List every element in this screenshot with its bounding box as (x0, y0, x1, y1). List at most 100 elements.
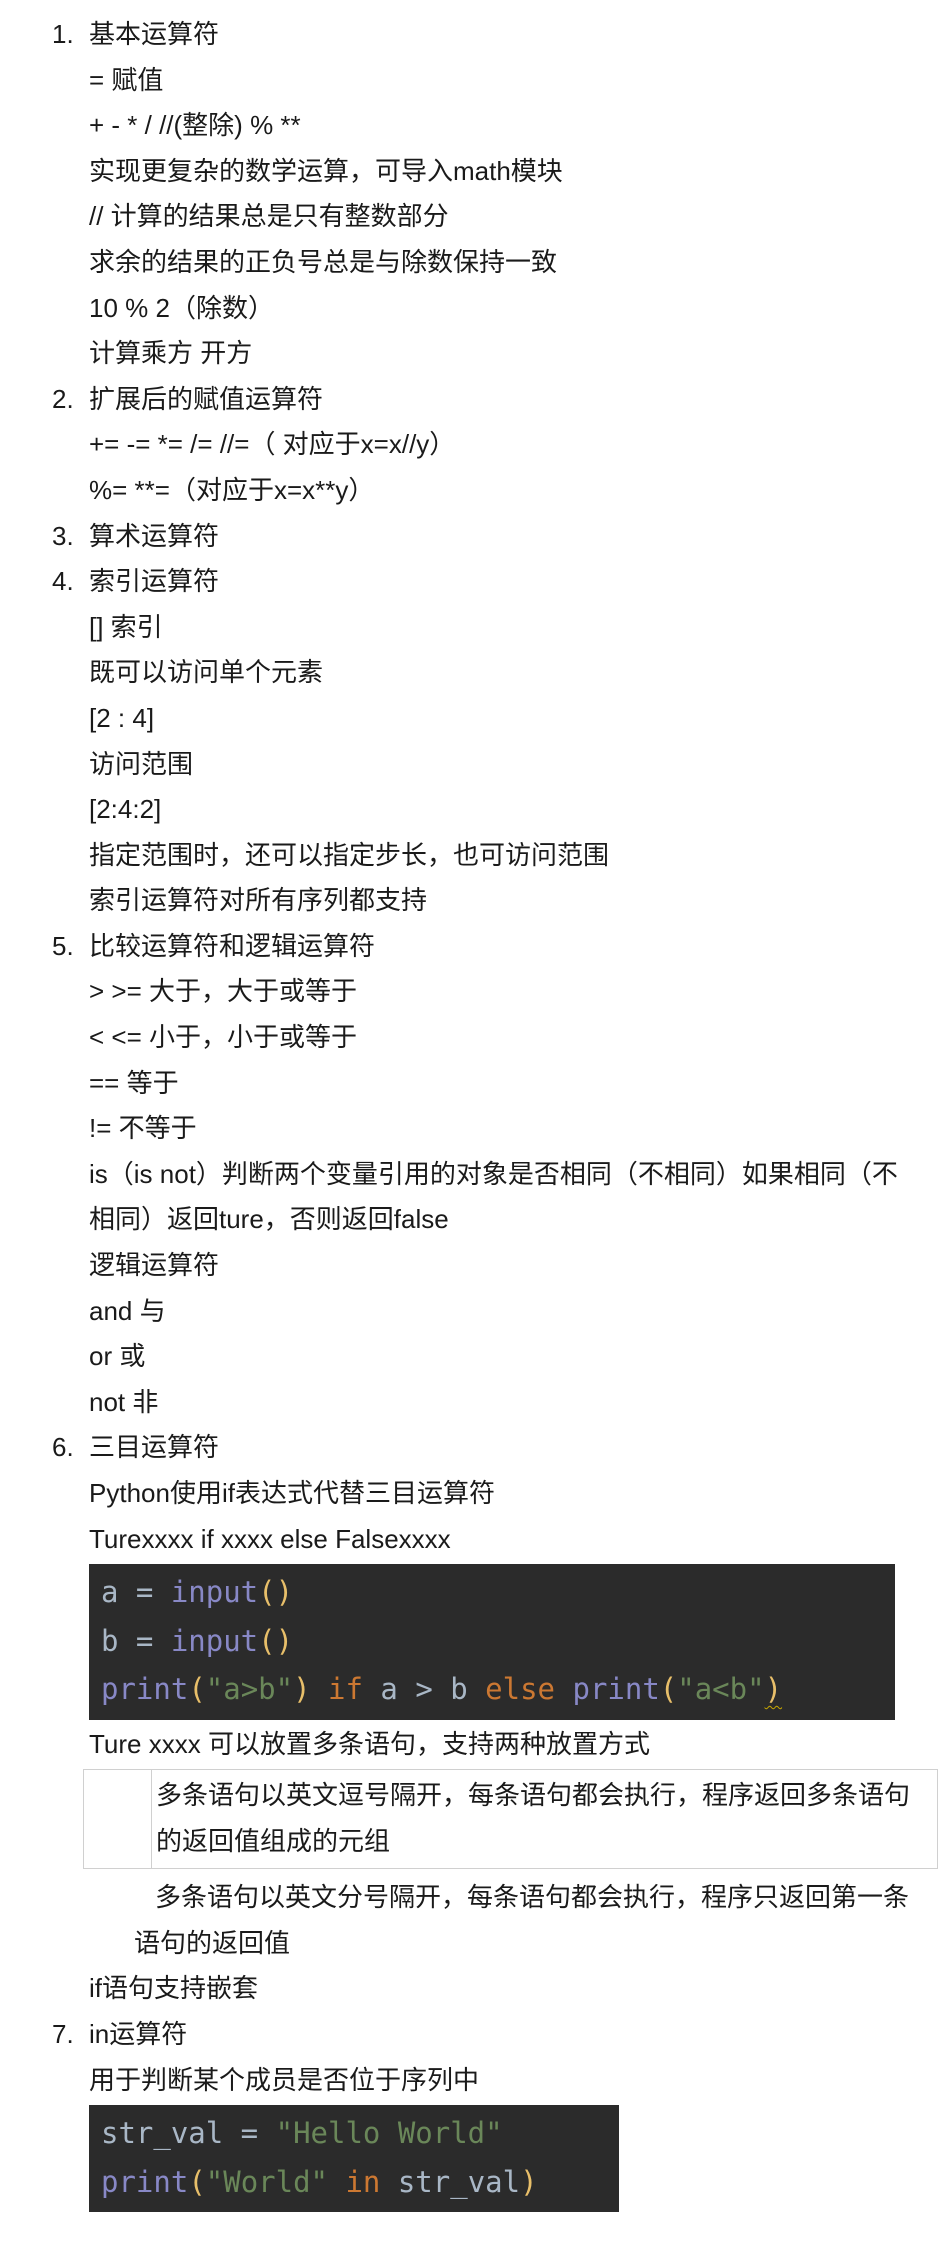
line-text: and 与 (89, 1295, 166, 1326)
text-line: 求余的结果的正负号总是与除数保持一致 (0, 240, 949, 286)
code-token-paren: ( (659, 1672, 678, 1707)
list-item-title: 三目运算符 (89, 1432, 220, 1463)
line-text: 多条语句以英文分号隔开，每条语句都会执行，程序只返回第一条 (155, 1882, 910, 1913)
line-text: 语句的返回值 (134, 1927, 291, 1958)
line-text: [2:4:2] (89, 794, 162, 825)
line-text: 相同）返回ture，否则返回false (89, 1204, 449, 1235)
code-token-paren: () (258, 1623, 294, 1658)
text-line: += -= *= /= //=（ 对应于x=x//y） (0, 422, 949, 468)
text-line: 10 % 2（除数） (0, 286, 949, 332)
text-line: 访问范围 (0, 742, 949, 788)
code-token-plain: str_val = (101, 2116, 276, 2151)
text-line: Ture xxxx 可以放置多条语句，支持两种放置方式 (0, 1722, 949, 1768)
list-number: 7. (52, 2019, 74, 2050)
code-token-builtin: print (101, 2164, 189, 2199)
text-line: = 赋值 (0, 58, 949, 104)
line-text: = 赋值 (89, 64, 164, 95)
line-text: is（is not）判断两个变量引用的对象是否相同（不相同）如果相同（不 (89, 1158, 898, 1189)
line-text: 逻辑运算符 (89, 1250, 220, 1281)
line-text: Ture xxxx 可以放置多条语句，支持两种放置方式 (89, 1728, 650, 1759)
text-line: // 计算的结果总是只有整数部分 (0, 194, 949, 240)
document: 1. 基本运算符 = 赋值 + - * / //(整除) % ** 实现更复杂的数学运算… (0, 12, 949, 2213)
text-line: [2 : 4] (0, 696, 949, 742)
code-token-paren: ) (764, 1672, 783, 1707)
line-text: [2 : 4] (89, 702, 155, 733)
list-item-heading: 7. in运算符 (0, 2012, 949, 2058)
line-text: < <= 小于，小于或等于 (89, 1022, 357, 1053)
line-text: 索引运算符对所有序列都支持 (89, 885, 428, 916)
line-text: 求余的结果的正负号总是与除数保持一致 (89, 246, 558, 277)
code-token-paren: ( (188, 2164, 206, 2199)
code-token-keyword: else (485, 1672, 556, 1707)
line-text: > >= 大于，大于或等于 (89, 976, 357, 1007)
text-line: Turexxxx if xxxx else Falsexxxx (0, 1517, 949, 1563)
code-block: a = input() b = input() print("a>b") if a … (89, 1564, 895, 1720)
text-line: Python使用if表达式代替三目运算符 (0, 1471, 949, 1517)
code-token-builtin: print (572, 1672, 660, 1707)
line-text: // 计算的结果总是只有整数部分 (89, 201, 449, 232)
text-line: if语句支持嵌套 (0, 1966, 949, 2012)
text-line: 逻辑运算符 (0, 1243, 949, 1289)
code-token-plain: a > b (362, 1672, 486, 1707)
code-token-plain: b = (101, 1623, 171, 1658)
line-text: == 等于 (89, 1067, 179, 1098)
code-token-paren: () (258, 1575, 294, 1610)
line-text: Turexxxx if xxxx else Falsexxxx (89, 1523, 451, 1554)
line-text: not 非 (89, 1386, 159, 1417)
paragraph-line: 语句的返回值 (0, 1921, 949, 1967)
code-line: print("World" in str_val) (89, 2158, 619, 2207)
list-number: 5. (52, 930, 74, 961)
line-text: 用于判断某个成员是否位于序列中 (89, 2064, 480, 2095)
list-item-heading: 6. 三目运算符 (0, 1425, 949, 1471)
text-line: 相同）返回ture，否则返回false (0, 1197, 949, 1243)
list-item-heading: 2. 扩展后的赋值运算符 (0, 377, 949, 423)
text-line: 索引运算符对所有序列都支持 (0, 878, 949, 924)
text-line: or 或 (0, 1334, 949, 1380)
list-item-heading: 4. 索引运算符 (0, 559, 949, 605)
list-number: 3. (52, 520, 74, 551)
code-token-paren: ) (520, 2164, 538, 2199)
list-item-title: 基本运算符 (89, 19, 220, 49)
code-line: b = input() (89, 1617, 895, 1666)
code-token-keyword: if (328, 1672, 363, 1707)
line-text: 访问范围 (89, 748, 194, 779)
text-line: 既可以访问单个元素 (0, 650, 949, 696)
line-text: 既可以访问单个元素 (89, 657, 324, 688)
list-item-title: 索引运算符 (89, 566, 220, 597)
code-token-builtin: print (101, 1672, 189, 1707)
list-item-title: in运算符 (89, 2019, 188, 2050)
text-line: > >= 大于，大于或等于 (0, 969, 949, 1015)
list-item-heading: 5. 比较运算符和逻辑运算符 (0, 924, 949, 970)
code-token-builtin: input (170, 1575, 259, 1610)
code-line: str_val = "Hello World" (89, 2109, 619, 2158)
code-token-plain: str_val (380, 2164, 521, 2199)
text-line: + - * / //(整除) % ** (0, 103, 949, 149)
text-line: < <= 小于，小于或等于 (0, 1015, 949, 1061)
list-number: 1. (52, 19, 74, 49)
text-line: 指定范围时，还可以指定步长，也可访问范围 (0, 833, 949, 879)
table-cell-line: 多条语句以英文逗号隔开，每条语句都会执行，程序返回多条语句 (156, 1780, 911, 1811)
code-line: print("a>b") if a > b else print("a<b") (89, 1665, 895, 1714)
line-text: += -= *= /= //=（ 对应于x=x//y） (89, 429, 456, 460)
list-item-title: 扩展后的赋值运算符 (89, 383, 324, 414)
table-cell: 多条语句以英文逗号隔开，每条语句都会执行，程序返回多条语句 的返回值组成的元组 (156, 1773, 910, 1864)
code-token-paren: ) (293, 1672, 311, 1707)
code-token-string: "World" (205, 2164, 328, 2199)
code-token-string: "a<b" (677, 1672, 765, 1707)
line-text: Python使用if表达式代替三目运算符 (89, 1478, 495, 1508)
line-text: 计算乘方 开方 (89, 338, 253, 369)
code-token-builtin: input (170, 1623, 259, 1658)
list-item-heading: 3. 算术运算符 (0, 514, 949, 560)
text-line: [2:4:2] (0, 787, 949, 833)
text-line: not 非 (0, 1380, 949, 1426)
line-text: [] 索引 (89, 611, 163, 642)
text-line: [] 索引 (0, 605, 949, 651)
code-block: str_val = "Hello World" print("World" in … (89, 2105, 619, 2213)
text-line: %= **=（对应于x=x**y） (0, 468, 949, 514)
code-token-string: "a>b" (205, 1672, 294, 1707)
line-text: 指定范围时，还可以指定步长，也可访问范围 (89, 839, 610, 870)
code-token-plain: a = (101, 1575, 171, 1610)
